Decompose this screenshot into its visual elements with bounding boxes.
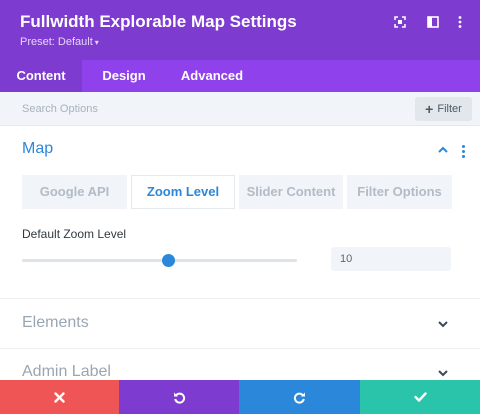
discard-button[interactable] — [0, 380, 119, 414]
zoom-level-value-input[interactable] — [331, 247, 451, 271]
search-bar: + Filter — [0, 92, 480, 126]
tab-design[interactable]: Design — [82, 60, 166, 92]
zoom-level-slider[interactable] — [22, 254, 297, 267]
redo-button[interactable] — [239, 380, 360, 414]
undo-button[interactable] — [119, 380, 239, 414]
preset-label: Preset: Default — [20, 36, 93, 48]
close-icon — [54, 391, 65, 403]
save-button[interactable] — [360, 380, 480, 414]
chevron-down-icon[interactable] — [438, 321, 448, 328]
chevron-down-icon[interactable] — [438, 370, 448, 377]
slider-fill — [22, 259, 168, 262]
filter-label: Filter — [437, 103, 462, 115]
caret-down-icon: ▾ — [94, 38, 99, 47]
filter-button[interactable]: + Filter — [415, 97, 472, 121]
modal-footer — [0, 380, 480, 414]
search-input[interactable] — [22, 92, 402, 126]
tab-advanced[interactable]: Advanced — [166, 60, 258, 92]
settings-tabs: Content Design Advanced — [0, 60, 480, 92]
section-title-map[interactable]: Map — [22, 140, 53, 158]
section-options-icon[interactable] — [459, 145, 467, 159]
preset-selector[interactable]: Preset: Default ▾ — [20, 36, 99, 48]
subtab-slider-content[interactable]: Slider Content — [239, 175, 343, 209]
zoom-level-label: Default Zoom Level — [22, 227, 127, 241]
split-view-icon[interactable] — [425, 14, 441, 30]
divider — [0, 348, 480, 349]
section-subtabs: Google API Zoom Level Slider Content Fil… — [22, 175, 452, 209]
modal-title: Fullwidth Explorable Map Settings — [20, 12, 297, 31]
subtab-filter-options[interactable]: Filter Options — [347, 175, 452, 209]
divider — [0, 298, 480, 299]
section-title-elements[interactable]: Elements — [22, 314, 89, 332]
plus-icon: + — [425, 101, 434, 117]
redo-icon — [293, 392, 305, 404]
modal-header: Fullwidth Explorable Map Settings Preset… — [0, 0, 480, 60]
undo-icon — [173, 392, 185, 404]
slider-thumb[interactable] — [161, 254, 175, 267]
section-title-admin-label[interactable]: Admin Label — [22, 363, 111, 381]
subtab-zoom-level[interactable]: Zoom Level — [131, 175, 235, 209]
focus-icon[interactable] — [392, 14, 408, 30]
chevron-up-icon[interactable] — [438, 146, 448, 153]
more-vertical-icon[interactable] — [452, 14, 468, 30]
check-icon — [413, 392, 427, 402]
subtab-google-api[interactable]: Google API — [22, 175, 127, 209]
tab-content[interactable]: Content — [0, 60, 82, 92]
